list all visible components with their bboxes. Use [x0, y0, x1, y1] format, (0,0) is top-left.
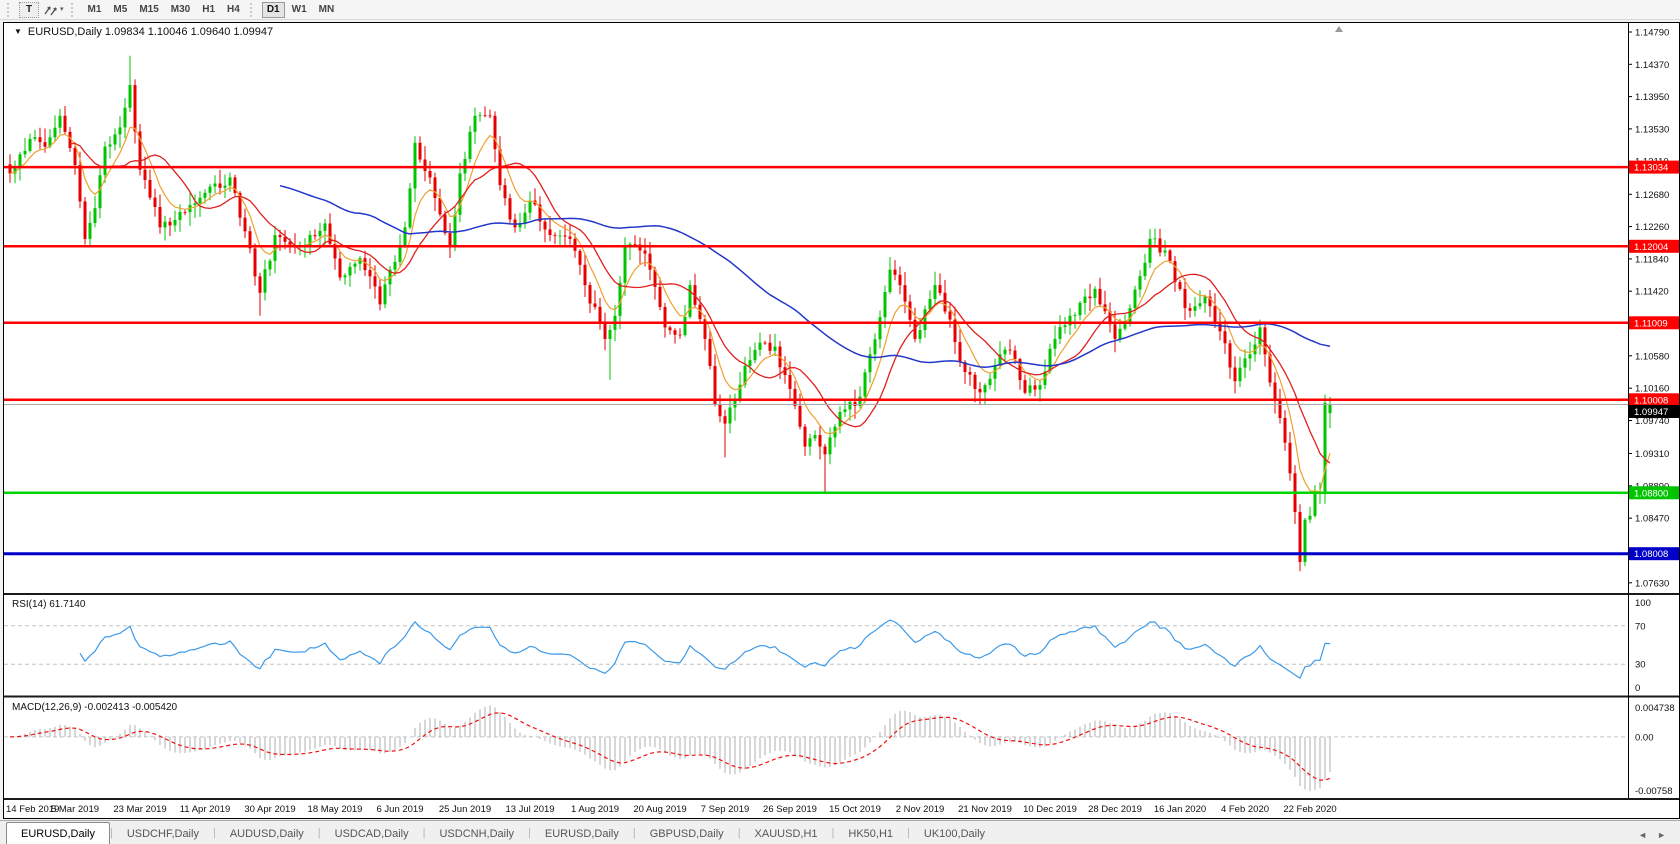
svg-text:0.00: 0.00 [1635, 732, 1654, 743]
toolbar-grip [250, 3, 257, 17]
svg-text:1.14790: 1.14790 [1635, 28, 1669, 39]
svg-text:18 May 2019: 18 May 2019 [308, 804, 363, 815]
svg-text:23 Mar 2019: 23 Mar 2019 [113, 804, 166, 815]
chart-tab-6[interactable]: GBPUSD,Daily [636, 824, 738, 844]
chart-tab-7[interactable]: XAUUSD,H1 [741, 824, 832, 844]
svg-text:4 Feb 2020: 4 Feb 2020 [1221, 804, 1269, 815]
chart-window: ▼ EURUSD,Daily 1.09834 1.10046 1.09640 1… [3, 22, 1680, 819]
svg-text:1.14370: 1.14370 [1635, 60, 1669, 71]
timeframe-button-m1[interactable]: M1 [83, 2, 107, 18]
svg-text:70: 70 [1635, 621, 1646, 632]
svg-text:28 Dec 2019: 28 Dec 2019 [1088, 804, 1142, 815]
svg-text:1.08470: 1.08470 [1635, 514, 1669, 525]
tabs-scroll-left-icon[interactable]: ◄ [1638, 830, 1647, 840]
timeframe-button-mn[interactable]: MN [314, 2, 340, 18]
svg-text:1.13530: 1.13530 [1635, 124, 1669, 135]
chart-tab-5[interactable]: EURUSD,Daily [531, 824, 633, 844]
svg-text:13 Jul 2019: 13 Jul 2019 [505, 804, 554, 815]
svg-text:22 Feb 2020: 22 Feb 2020 [1283, 804, 1336, 815]
svg-text:26 Sep 2019: 26 Sep 2019 [763, 804, 817, 815]
rsi-label: RSI(14) 61.7140 [12, 599, 85, 610]
svg-text:1.08800: 1.08800 [1634, 488, 1668, 499]
svg-text:1.11840: 1.11840 [1635, 254, 1669, 265]
svg-text:7 Sep 2019: 7 Sep 2019 [701, 804, 750, 815]
tabs-scroll-right-icon[interactable]: ► [1657, 830, 1666, 840]
chart-tab-9[interactable]: UK100,Daily [910, 824, 999, 844]
chart-canvas[interactable]: 1.147901.143701.139501.135301.131101.126… [4, 23, 1679, 816]
chart-tab-4[interactable]: USDCNH,Daily [425, 824, 528, 844]
double-arrow-icon [43, 3, 59, 17]
svg-text:15 Oct 2019: 15 Oct 2019 [829, 804, 881, 815]
svg-text:1.13034: 1.13034 [1634, 163, 1668, 174]
svg-text:16 Jan 2020: 16 Jan 2020 [1154, 804, 1206, 815]
toolbar-grip [71, 3, 78, 17]
svg-text:100: 100 [1635, 598, 1651, 609]
svg-text:20 Aug 2019: 20 Aug 2019 [633, 804, 686, 815]
svg-text:1.10580: 1.10580 [1635, 351, 1669, 362]
chart-title-row: ▼ EURUSD,Daily 1.09834 1.10046 1.09640 1… [14, 26, 273, 38]
timeframe-button-m5[interactable]: M5 [108, 2, 132, 18]
svg-text:5 Mar 2019: 5 Mar 2019 [51, 804, 99, 815]
svg-text:1.13950: 1.13950 [1635, 92, 1669, 103]
svg-text:1.10160: 1.10160 [1635, 384, 1669, 395]
svg-text:1.12680: 1.12680 [1635, 190, 1669, 201]
svg-text:25 Jun 2019: 25 Jun 2019 [439, 804, 491, 815]
chart-tab-2[interactable]: AUDUSD,Daily [216, 824, 318, 844]
timeframe-button-h4[interactable]: H4 [222, 2, 245, 18]
svg-text:1.11420: 1.11420 [1635, 287, 1669, 298]
svg-text:30: 30 [1635, 660, 1646, 671]
svg-text:10 Dec 2019: 10 Dec 2019 [1023, 804, 1077, 815]
chart-tab-3[interactable]: USDCAD,Daily [321, 824, 423, 844]
svg-text:6 Jun 2019: 6 Jun 2019 [376, 804, 423, 815]
svg-text:11 Apr 2019: 11 Apr 2019 [180, 804, 231, 815]
dropdown-caret-icon[interactable]: ▾ [60, 6, 64, 13]
timeframe-button-d1[interactable]: D1 [262, 2, 285, 18]
toolbar-grip [7, 3, 14, 17]
macd-label: MACD(12,26,9) -0.002413 -0.005420 [12, 702, 177, 713]
chart-shift-marker [1335, 26, 1343, 32]
svg-text:1.12004: 1.12004 [1634, 242, 1668, 253]
svg-text:-0.00758: -0.00758 [1635, 786, 1673, 797]
svg-text:2 Nov 2019: 2 Nov 2019 [896, 804, 945, 815]
svg-text:21 Nov 2019: 21 Nov 2019 [958, 804, 1012, 815]
cursor-tool-button[interactable]: ▾ [41, 2, 66, 18]
svg-text:1.12260: 1.12260 [1635, 222, 1669, 233]
svg-text:1 Aug 2019: 1 Aug 2019 [571, 804, 619, 815]
chart-tab-1[interactable]: USDCHF,Daily [113, 824, 213, 844]
chart-tab-8[interactable]: HK50,H1 [834, 824, 907, 844]
svg-text:1.10008: 1.10008 [1634, 395, 1668, 406]
svg-text:30 Apr 2019: 30 Apr 2019 [244, 804, 295, 815]
timeframe-button-h1[interactable]: H1 [197, 2, 220, 18]
timeframe-button-m30[interactable]: M30 [166, 2, 195, 18]
svg-text:1.07630: 1.07630 [1635, 578, 1669, 589]
top-toolbar: T ▾ M1M5M15M30H1H4 D1W1MN [0, 0, 1680, 20]
chart-title: EURUSD,Daily 1.09834 1.10046 1.09640 1.0… [28, 26, 273, 38]
symbol-dropdown-icon[interactable]: ▼ [14, 28, 22, 36]
svg-text:1.08008: 1.08008 [1634, 549, 1668, 560]
svg-text:1.11009: 1.11009 [1634, 318, 1668, 329]
chart-tab-bar: EURUSD,Daily|USDCHF,Daily|AUDUSD,Daily|U… [0, 820, 1680, 844]
chart-tab-0[interactable]: EURUSD,Daily [6, 822, 110, 844]
svg-text:1.09947: 1.09947 [1634, 407, 1668, 418]
svg-text:0: 0 [1635, 683, 1640, 694]
timeframe-button-w1[interactable]: W1 [287, 2, 312, 18]
svg-text:1.09310: 1.09310 [1635, 449, 1669, 460]
text-tool-button[interactable]: T [19, 2, 39, 18]
timeframe-button-m15[interactable]: M15 [134, 2, 163, 18]
svg-text:0.004738: 0.004738 [1635, 703, 1675, 714]
